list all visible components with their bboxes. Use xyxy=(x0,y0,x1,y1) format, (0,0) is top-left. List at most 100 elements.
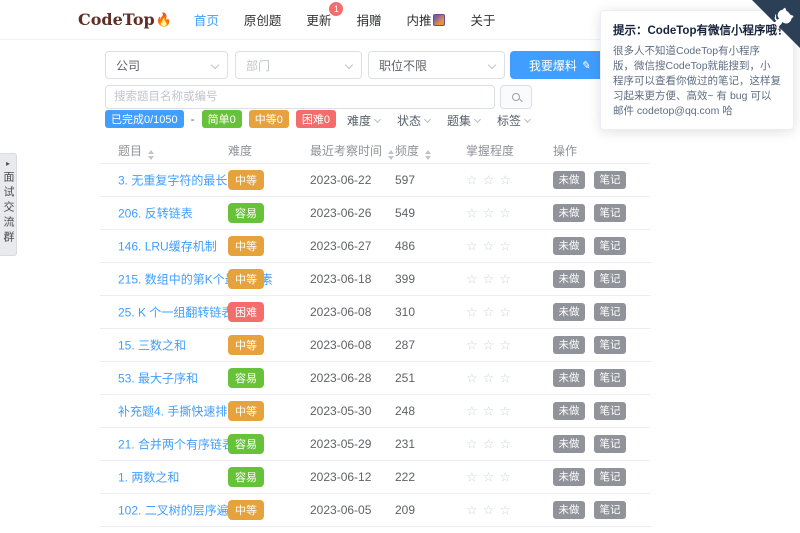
note-button[interactable]: 笔记 xyxy=(594,468,626,486)
question-link[interactable]: 补充题4. 手撕快速排序 xyxy=(118,403,239,420)
difficulty-filter-dropdown[interactable]: 难度 xyxy=(347,112,380,129)
mastery-stars[interactable]: ☆ ☆ ☆ xyxy=(466,339,511,352)
nav-item-about[interactable]: 关于 xyxy=(470,10,495,29)
star-icon[interactable]: ☆ xyxy=(466,471,478,484)
last-asked-date: 2023-06-12 xyxy=(310,470,371,484)
mastery-stars[interactable]: ☆ ☆ ☆ xyxy=(466,438,511,451)
search-input[interactable] xyxy=(105,85,495,109)
todo-button[interactable]: 未做 xyxy=(553,204,585,222)
star-icon[interactable]: ☆ xyxy=(483,240,495,253)
todo-button[interactable]: 未做 xyxy=(553,171,585,189)
todo-button[interactable]: 未做 xyxy=(553,468,585,486)
problemset-filter-dropdown[interactable]: 题集 xyxy=(447,112,480,129)
note-button[interactable]: 笔记 xyxy=(594,270,626,288)
department-select[interactable]: 部门 xyxy=(235,51,362,79)
question-link[interactable]: 1. 两数之和 xyxy=(118,469,179,486)
mastery-stars[interactable]: ☆ ☆ ☆ xyxy=(466,405,511,418)
note-button[interactable]: 笔记 xyxy=(594,402,626,420)
todo-button[interactable]: 未做 xyxy=(553,237,585,255)
todo-button[interactable]: 未做 xyxy=(553,501,585,519)
todo-button[interactable]: 未做 xyxy=(553,369,585,387)
star-icon[interactable]: ☆ xyxy=(499,372,511,385)
interview-group-side-tab[interactable]: ▸ 面试交流群 xyxy=(0,153,17,256)
star-icon[interactable]: ☆ xyxy=(483,339,495,352)
header-title-sort[interactable]: 题目 xyxy=(118,142,154,160)
nav-item-referral[interactable]: 内推 xyxy=(406,10,445,29)
todo-button[interactable]: 未做 xyxy=(553,270,585,288)
star-icon[interactable]: ☆ xyxy=(466,240,478,253)
mastery-stars[interactable]: ☆ ☆ ☆ xyxy=(466,207,511,220)
star-icon[interactable]: ☆ xyxy=(483,372,495,385)
mastery-stars[interactable]: ☆ ☆ ☆ xyxy=(466,306,511,319)
mastery-stars[interactable]: ☆ ☆ ☆ xyxy=(466,273,511,286)
star-icon[interactable]: ☆ xyxy=(483,207,495,220)
star-icon[interactable]: ☆ xyxy=(466,306,478,319)
question-link[interactable]: 146. LRU缓存机制 xyxy=(118,238,217,255)
status-filter-dropdown[interactable]: 状态 xyxy=(397,112,430,129)
star-icon[interactable]: ☆ xyxy=(466,372,478,385)
todo-button[interactable]: 未做 xyxy=(553,303,585,321)
note-button[interactable]: 笔记 xyxy=(594,171,626,189)
logo[interactable]: CodeTop 🔥 xyxy=(78,10,172,29)
note-button[interactable]: 笔记 xyxy=(594,237,626,255)
star-icon[interactable]: ☆ xyxy=(499,174,511,187)
star-icon[interactable]: ☆ xyxy=(499,504,511,517)
frequency-value: 222 xyxy=(395,470,415,484)
position-select[interactable]: 职位不限 xyxy=(368,51,505,79)
star-icon[interactable]: ☆ xyxy=(483,438,495,451)
star-icon[interactable]: ☆ xyxy=(483,273,495,286)
todo-button[interactable]: 未做 xyxy=(553,402,585,420)
star-icon[interactable]: ☆ xyxy=(499,438,511,451)
mastery-stars[interactable]: ☆ ☆ ☆ xyxy=(466,471,511,484)
search-button[interactable] xyxy=(500,85,532,109)
star-icon[interactable]: ☆ xyxy=(499,273,511,286)
tags-filter-dropdown[interactable]: 标签 xyxy=(497,112,530,129)
question-link[interactable]: 102. 二叉树的层序遍历 xyxy=(118,502,241,519)
star-icon[interactable]: ☆ xyxy=(466,405,478,418)
mastery-stars[interactable]: ☆ ☆ ☆ xyxy=(466,174,511,187)
report-button[interactable]: 我要爆料 ✎ xyxy=(510,51,609,79)
nav-item-home[interactable]: 首页 xyxy=(194,10,219,29)
header-date-sort[interactable]: 最近考察时间 xyxy=(310,142,394,160)
star-icon[interactable]: ☆ xyxy=(466,207,478,220)
star-icon[interactable]: ☆ xyxy=(466,174,478,187)
star-icon[interactable]: ☆ xyxy=(483,174,495,187)
star-icon[interactable]: ☆ xyxy=(499,405,511,418)
star-icon[interactable]: ☆ xyxy=(499,240,511,253)
note-button[interactable]: 笔记 xyxy=(594,303,626,321)
nav-item-original[interactable]: 原创题 xyxy=(244,10,282,29)
star-icon[interactable]: ☆ xyxy=(499,207,511,220)
question-link[interactable]: 15. 三数之和 xyxy=(118,337,186,354)
star-icon[interactable]: ☆ xyxy=(483,306,495,319)
star-icon[interactable]: ☆ xyxy=(483,504,495,517)
star-icon[interactable]: ☆ xyxy=(466,273,478,286)
mastery-stars[interactable]: ☆ ☆ ☆ xyxy=(466,240,511,253)
header-frequency-sort[interactable]: 频度 xyxy=(395,142,431,160)
star-icon[interactable]: ☆ xyxy=(483,405,495,418)
todo-button[interactable]: 未做 xyxy=(553,435,585,453)
question-link[interactable]: 25. K 个一组翻转链表 xyxy=(118,304,233,321)
github-corner-icon[interactable] xyxy=(752,0,800,48)
star-icon[interactable]: ☆ xyxy=(466,504,478,517)
note-button[interactable]: 笔记 xyxy=(594,435,626,453)
question-link[interactable]: 206. 反转链表 xyxy=(118,205,193,222)
note-button[interactable]: 笔记 xyxy=(594,369,626,387)
todo-button[interactable]: 未做 xyxy=(553,336,585,354)
note-button[interactable]: 笔记 xyxy=(594,501,626,519)
nav-item-updates[interactable]: 更新 1 xyxy=(306,10,331,29)
star-icon[interactable]: ☆ xyxy=(483,471,495,484)
question-link[interactable]: 21. 合并两个有序链表 xyxy=(118,436,234,453)
star-icon[interactable]: ☆ xyxy=(499,306,511,319)
star-icon[interactable]: ☆ xyxy=(499,471,511,484)
star-icon[interactable]: ☆ xyxy=(466,339,478,352)
note-button[interactable]: 笔记 xyxy=(594,204,626,222)
question-link[interactable]: 53. 最大子序和 xyxy=(118,370,198,387)
company-select[interactable]: 公司 xyxy=(105,51,228,79)
mastery-stars[interactable]: ☆ ☆ ☆ xyxy=(466,504,511,517)
mastery-stars[interactable]: ☆ ☆ ☆ xyxy=(466,372,511,385)
star-icon[interactable]: ☆ xyxy=(466,438,478,451)
star-icon[interactable]: ☆ xyxy=(499,339,511,352)
note-button[interactable]: 笔记 xyxy=(594,336,626,354)
easy-count-tag: 简单0 xyxy=(202,110,242,128)
nav-item-donate[interactable]: 捐赠 xyxy=(356,10,381,29)
